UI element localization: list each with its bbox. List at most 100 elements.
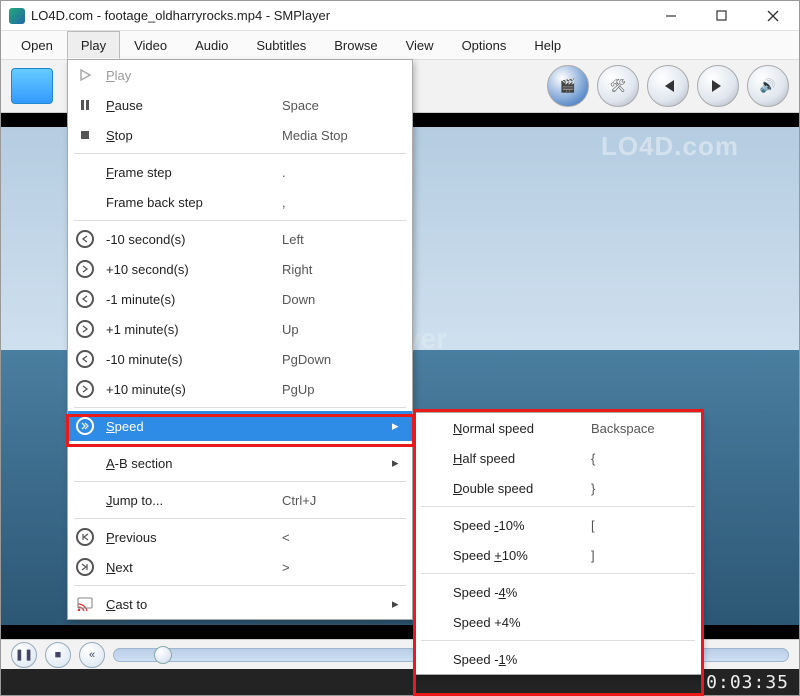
skip-back-icon — [660, 78, 676, 94]
menu-item-shortcut: < — [282, 530, 382, 545]
menu-play[interactable]: Play — [67, 31, 120, 59]
pause-icon: ❚❚ — [15, 648, 33, 661]
menu-item--10-second-s-[interactable]: +10 second(s) Right — [68, 254, 412, 284]
menu-item-speed[interactable]: Speed▸ — [68, 411, 412, 441]
clapper-icon: 🎬 — [560, 78, 576, 94]
stop-button[interactable]: ■ — [45, 642, 71, 668]
menu-item-shortcut: Space — [282, 98, 382, 113]
menu-item-label: Speed +4% — [453, 615, 581, 630]
menu-item--10-minute-s-[interactable]: +10 minute(s)PgUp — [68, 374, 412, 404]
maximize-button[interactable] — [699, 2, 744, 30]
previous-button[interactable] — [647, 65, 689, 107]
app-icon — [9, 8, 25, 24]
menu-item--1-minute-s-[interactable]: +1 minute(s)Up — [68, 314, 412, 344]
rewind-icon: « — [89, 649, 95, 661]
menu-video[interactable]: Video — [120, 31, 181, 59]
speed-item-speed-10-[interactable]: Speed -10%[ — [415, 510, 701, 540]
menu-browse[interactable]: Browse — [320, 31, 391, 59]
menu-item-label: +1 minute(s) — [106, 322, 272, 337]
menu-item-label: Speed +10% — [453, 548, 581, 563]
close-icon — [767, 10, 779, 22]
ff-icon — [74, 380, 96, 398]
speed-item-speed-4-[interactable]: Speed +4% — [415, 607, 701, 637]
menu-audio[interactable]: Audio — [181, 31, 242, 59]
menu-item-shortcut: ] — [591, 548, 691, 563]
volume-button[interactable]: 🔊 — [747, 65, 789, 107]
preferences-button[interactable]: 🛠 — [597, 65, 639, 107]
tools-icon: 🛠 — [610, 78, 627, 94]
seek-thumb[interactable] — [154, 646, 172, 664]
skip-forward-icon — [710, 78, 726, 94]
menu-item-label: Stop — [106, 128, 272, 143]
speed-item-speed-10-[interactable]: Speed +10%] — [415, 540, 701, 570]
speed-icon — [74, 417, 96, 435]
next-button[interactable] — [697, 65, 739, 107]
menu-item-cast-to[interactable]: Cast to ▸ — [68, 589, 412, 619]
rewind-button[interactable]: « — [79, 642, 105, 668]
menu-item-shortcut: { — [591, 451, 691, 466]
menu-separator — [421, 573, 695, 574]
menu-view[interactable]: View — [392, 31, 448, 59]
menu-item-stop[interactable]: Stop Media Stop — [68, 120, 412, 150]
menu-item-a-b-section[interactable]: A-B section▸ — [68, 448, 412, 478]
speed-item-half-speed[interactable]: Half speed { — [415, 443, 701, 473]
menu-item-label: Frame back step — [106, 195, 272, 210]
stop-icon — [74, 128, 96, 142]
menu-separator — [74, 518, 406, 519]
rew-icon — [74, 230, 96, 248]
menu-item-shortcut: [ — [591, 518, 691, 533]
menu-separator — [74, 444, 406, 445]
menu-item-label: A-B section — [106, 456, 272, 471]
minimize-button[interactable] — [648, 2, 693, 30]
menu-separator — [74, 585, 406, 586]
menu-item-label: Play — [106, 68, 272, 83]
site-watermark: LO4D.com — [601, 131, 739, 162]
speed-item-speed-4-[interactable]: Speed -4% — [415, 577, 701, 607]
submenu-arrow-icon: ▸ — [392, 596, 402, 612]
menu-separator — [74, 407, 406, 408]
menu-subtitles[interactable]: Subtitles — [242, 31, 320, 59]
menu-separator — [74, 220, 406, 221]
menu-item-jump-to-[interactable]: Jump to...Ctrl+J — [68, 485, 412, 515]
menu-item-frame-back-step[interactable]: Frame back step, — [68, 187, 412, 217]
menu-item-shortcut: Right — [282, 262, 382, 277]
menu-item-pause[interactable]: PauseSpace — [68, 90, 412, 120]
speed-item-double-speed[interactable]: Double speed} — [415, 473, 701, 503]
speed-item-normal-speed[interactable]: Normal speedBackspace — [415, 413, 701, 443]
menu-item-label: Half speed — [453, 451, 581, 466]
pause-button[interactable]: ❚❚ — [11, 642, 37, 668]
menu-item-shortcut: Media Stop — [282, 128, 382, 143]
rew-icon — [74, 290, 96, 308]
menu-options[interactable]: Options — [448, 31, 521, 59]
menu-item-frame-step[interactable]: Frame step. — [68, 157, 412, 187]
menu-item-label: +10 minute(s) — [106, 382, 272, 397]
menu-item-label: -1 minute(s) — [106, 292, 272, 307]
menu-item-label: Cast to — [106, 597, 272, 612]
menubar: Open Play Video Audio Subtitles Browse V… — [1, 31, 799, 59]
menu-item-shortcut: Down — [282, 292, 382, 307]
menu-separator — [421, 640, 695, 641]
window-title: LO4D.com - footage_oldharryrocks.mp4 - S… — [31, 8, 642, 23]
menu-item--1-minute-s-[interactable]: -1 minute(s) Down — [68, 284, 412, 314]
cast-icon — [74, 597, 96, 611]
play-icon — [74, 68, 96, 82]
menu-item--10-second-s-[interactable]: -10 second(s)Left — [68, 224, 412, 254]
menu-item-label: Speed — [106, 419, 272, 434]
menu-item-label: -10 minute(s) — [106, 352, 272, 367]
menu-item-previous[interactable]: Previous< — [68, 522, 412, 552]
menu-help[interactable]: Help — [520, 31, 575, 59]
menu-item--10-minute-s-[interactable]: -10 minute(s)PgDown — [68, 344, 412, 374]
close-button[interactable] — [750, 2, 795, 30]
menu-item-next[interactable]: Next> — [68, 552, 412, 582]
menu-item-label: Frame step — [106, 165, 272, 180]
rew-icon — [74, 350, 96, 368]
menu-item-label: +10 second(s) — [106, 262, 272, 277]
menu-item-play: Play — [68, 60, 412, 90]
playlist-button[interactable]: 🎬 — [547, 65, 589, 107]
menu-open[interactable]: Open — [7, 31, 67, 59]
menu-separator — [74, 481, 406, 482]
menu-item-label: Jump to... — [106, 493, 272, 508]
speed-item-speed-1-[interactable]: Speed -1% — [415, 644, 701, 674]
ff-icon — [74, 260, 96, 278]
open-file-button[interactable] — [11, 68, 53, 104]
